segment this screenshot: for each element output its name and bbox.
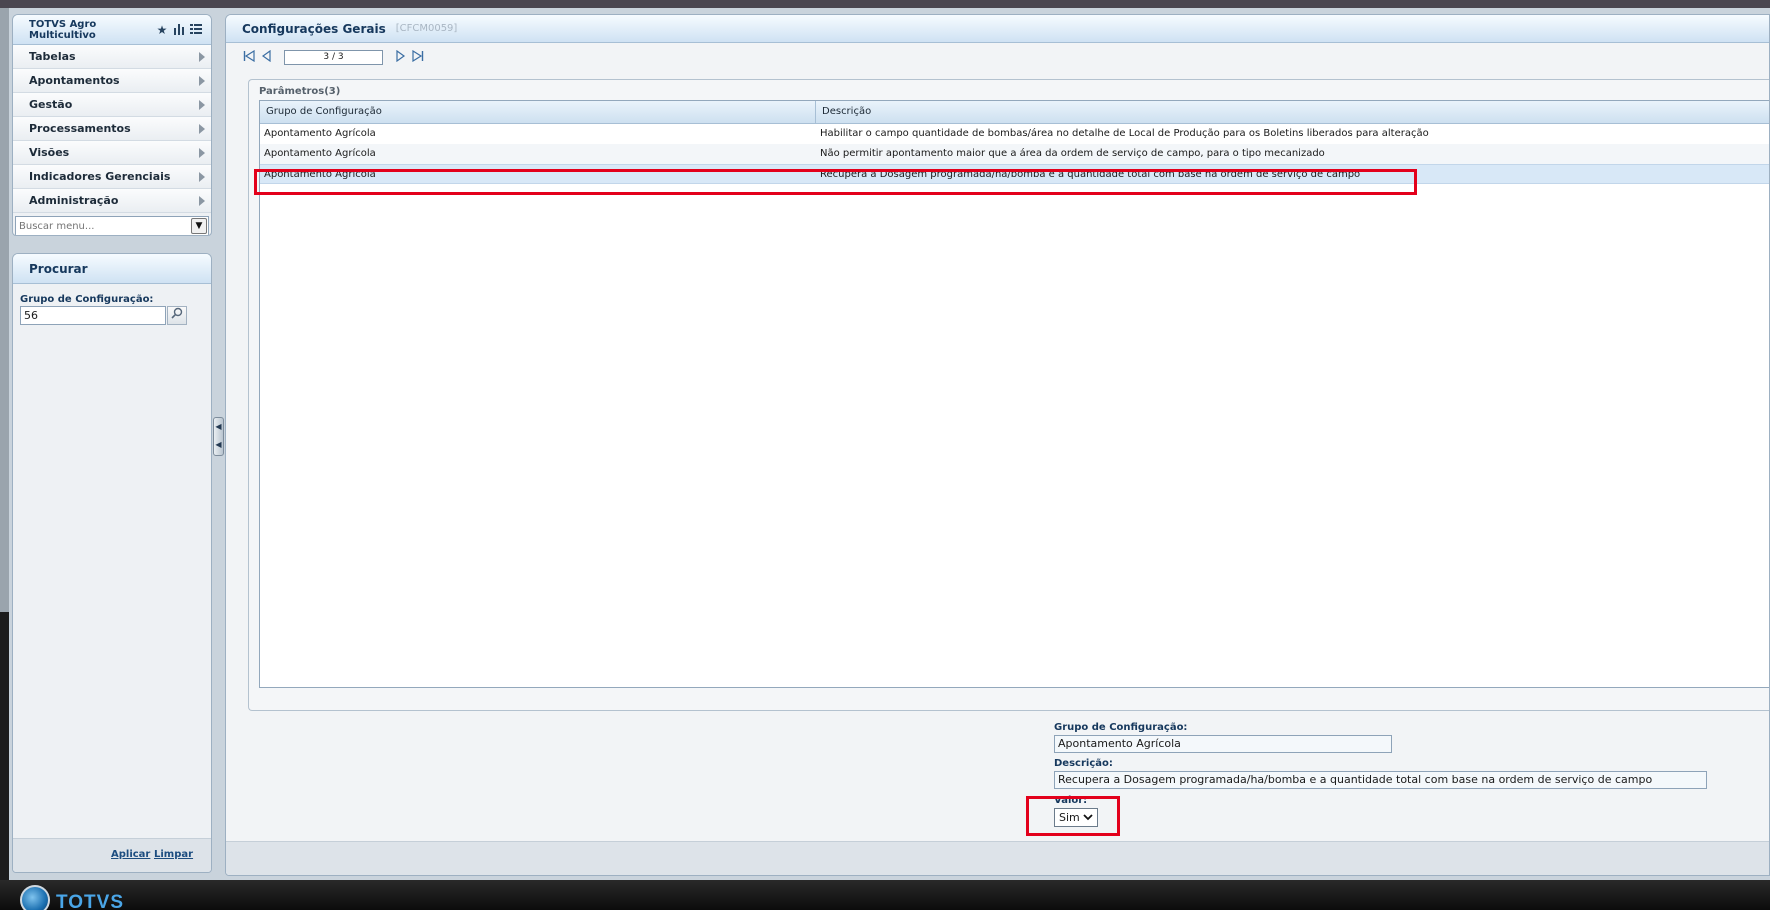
taskbar: [0, 880, 1770, 910]
cell-grupo: Apontamento Agrícola: [264, 148, 376, 159]
search-panel: Procurar Grupo de Configuração: 56 Aplic…: [12, 253, 212, 873]
next-page-icon[interactable]: [393, 49, 407, 64]
menu-search-input[interactable]: [16, 220, 191, 232]
chevron-right-icon: [199, 99, 205, 110]
detail-grupo-field[interactable]: Apontamento Agrícola: [1054, 735, 1392, 753]
search-panel-title: Procurar: [13, 254, 211, 284]
menu-item-label: Visões: [29, 146, 70, 159]
cell-descricao: Habilitar o campo quantidade de bombas/á…: [820, 128, 1429, 139]
main-header: Configurações Gerais [CFCM0059]: [226, 15, 1769, 43]
menu-item-administracao[interactable]: Administração: [13, 189, 211, 213]
main-footer: [226, 841, 1769, 875]
main-panel: Configurações Gerais [CFCM0059] 3 / 3 Pa…: [225, 14, 1770, 876]
grid-header: Grupo de Configuração Descrição: [260, 101, 1769, 124]
search-footer: Aplicar Limpar: [13, 838, 211, 872]
page-indicator[interactable]: 3 / 3: [284, 49, 383, 65]
totvs-logo-icon: [20, 885, 50, 910]
menu-item-indicadores[interactable]: Indicadores Gerenciais: [13, 165, 211, 189]
menu-item-label: Processamentos: [29, 122, 131, 135]
menu-panel: TOTVS Agro Multicultivo ★ Tabelas Aponta…: [12, 14, 212, 236]
menu-item-gestao[interactable]: Gestão: [13, 93, 211, 117]
top-strip: [0, 0, 1770, 8]
cell-descricao: Não permitir apontamento maior que a áre…: [820, 148, 1325, 159]
highlight-valor-select: [1026, 796, 1120, 836]
collapse-sidebar-handle[interactable]: ◀ ◀: [213, 417, 224, 456]
clear-link[interactable]: Limpar: [154, 849, 193, 860]
chevron-right-icon: [199, 195, 205, 206]
chevron-right-icon: [199, 123, 205, 134]
page-code: [CFCM0059]: [395, 23, 458, 34]
cell-grupo: Apontamento Agrícola: [264, 128, 376, 139]
left-edge-dark: [0, 612, 9, 880]
last-page-icon[interactable]: [411, 49, 425, 64]
column-header-descricao[interactable]: Descrição: [816, 101, 871, 123]
lookup-search-icon[interactable]: [167, 306, 187, 325]
grupo-configuracao-input[interactable]: 56: [20, 306, 166, 325]
detail-descricao-field[interactable]: Recupera a Dosagem programada/ha/bomba e…: [1054, 771, 1707, 789]
highlight-selected-row: [254, 169, 1417, 195]
chevron-right-icon: [199, 147, 205, 158]
chevron-right-icon: [199, 171, 205, 182]
search-field-label: Grupo de Configuração:: [20, 294, 154, 305]
list-icon[interactable]: [189, 23, 203, 37]
chevron-right-icon: [199, 75, 205, 86]
app-title: TOTVS Agro Multicultivo: [29, 18, 97, 41]
menu-item-label: Tabelas: [29, 50, 76, 63]
left-edge: [0, 8, 9, 880]
totvs-logo: TOTVS: [20, 882, 124, 910]
menu-item-processamentos[interactable]: Processamentos: [13, 117, 211, 141]
totvs-logo-text: TOTVS: [56, 892, 124, 910]
menu-item-visoes[interactable]: Visões: [13, 141, 211, 165]
first-page-icon[interactable]: [242, 49, 256, 64]
params-title: Parâmetros(3): [259, 86, 341, 97]
menu-item-tabelas[interactable]: Tabelas: [13, 45, 211, 69]
pagination-toolbar: 3 / 3: [226, 43, 1769, 71]
star-icon[interactable]: ★: [155, 23, 169, 37]
table-row[interactable]: Apontamento Agrícola Não permitir aponta…: [260, 144, 1769, 164]
bar-chart-icon[interactable]: [172, 23, 186, 37]
column-header-grupo[interactable]: Grupo de Configuração: [260, 101, 816, 123]
chevron-right-icon: [199, 51, 205, 62]
menu-item-apontamentos[interactable]: Apontamentos: [13, 69, 211, 93]
menu-item-label: Indicadores Gerenciais: [29, 170, 171, 183]
prev-page-icon[interactable]: [260, 49, 274, 64]
detail-grupo-label: Grupo de Configuração:: [1054, 722, 1188, 733]
page-title: Configurações Gerais: [242, 21, 386, 36]
menu-header: TOTVS Agro Multicultivo ★: [13, 15, 211, 45]
menu-item-label: Apontamentos: [29, 74, 120, 87]
menu-item-label: Administração: [29, 194, 119, 207]
detail-descricao-label: Descrição:: [1054, 758, 1113, 769]
menu-item-label: Gestão: [29, 98, 73, 111]
menu-search: ▼: [15, 216, 209, 235]
apply-link[interactable]: Aplicar: [111, 849, 150, 860]
table-row[interactable]: Apontamento Agrícola Habilitar o campo q…: [260, 124, 1769, 144]
chevron-down-icon[interactable]: ▼: [191, 218, 207, 234]
